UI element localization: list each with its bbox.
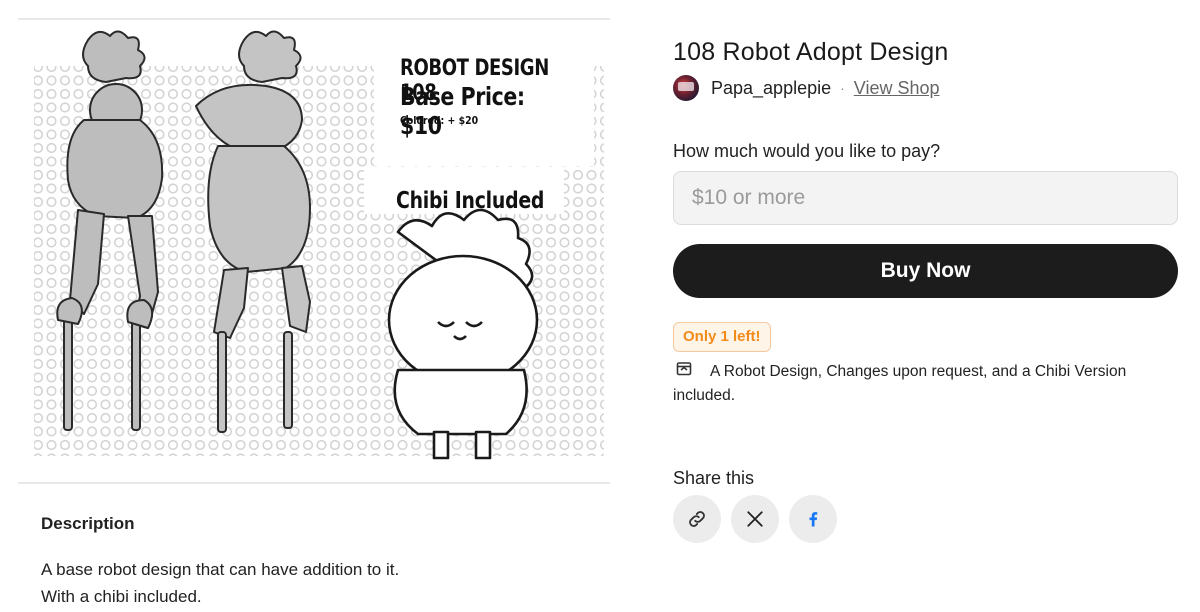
product-image[interactable]: ROBOT DESIGN 108 Base Price: $10 Colored… [18,18,610,484]
facebook-icon [809,512,818,527]
buy-now-button[interactable]: Buy Now [673,244,1178,298]
x-icon [747,511,763,527]
description-text-line-2: With a chibi included. [41,587,202,606]
product-title: 108 Robot Adopt Design [673,38,949,66]
pay-amount-input[interactable] [673,171,1178,225]
stock-badge: Only 1 left! [673,322,771,352]
share-x-button[interactable] [731,495,779,543]
share-label: Share this [673,468,755,488]
seller-row: Papa_applepie · View Shop [673,74,940,102]
poster-colored-price: Colored: + $20 [400,114,479,127]
includes-text: A Robot Design, Changes upon request, an… [673,363,1127,404]
poster-chibi-label: Chibi Included [396,188,545,214]
share-facebook-button[interactable] [789,495,837,543]
pay-amount-label: How much would you like to pay? [673,141,941,161]
separator-dot: · [840,80,845,96]
seller-name[interactable]: Papa_applepie [711,78,831,99]
poster-price: Base Price: $10 [400,82,525,140]
description-text-line-1: A base robot design that can have additi… [41,560,400,579]
link-icon [689,511,705,527]
share-link-button[interactable] [673,495,721,543]
seller-avatar[interactable] [673,75,699,101]
share-buttons [673,495,837,543]
description-heading: Description [41,514,135,533]
view-shop-link[interactable]: View Shop [854,78,940,99]
